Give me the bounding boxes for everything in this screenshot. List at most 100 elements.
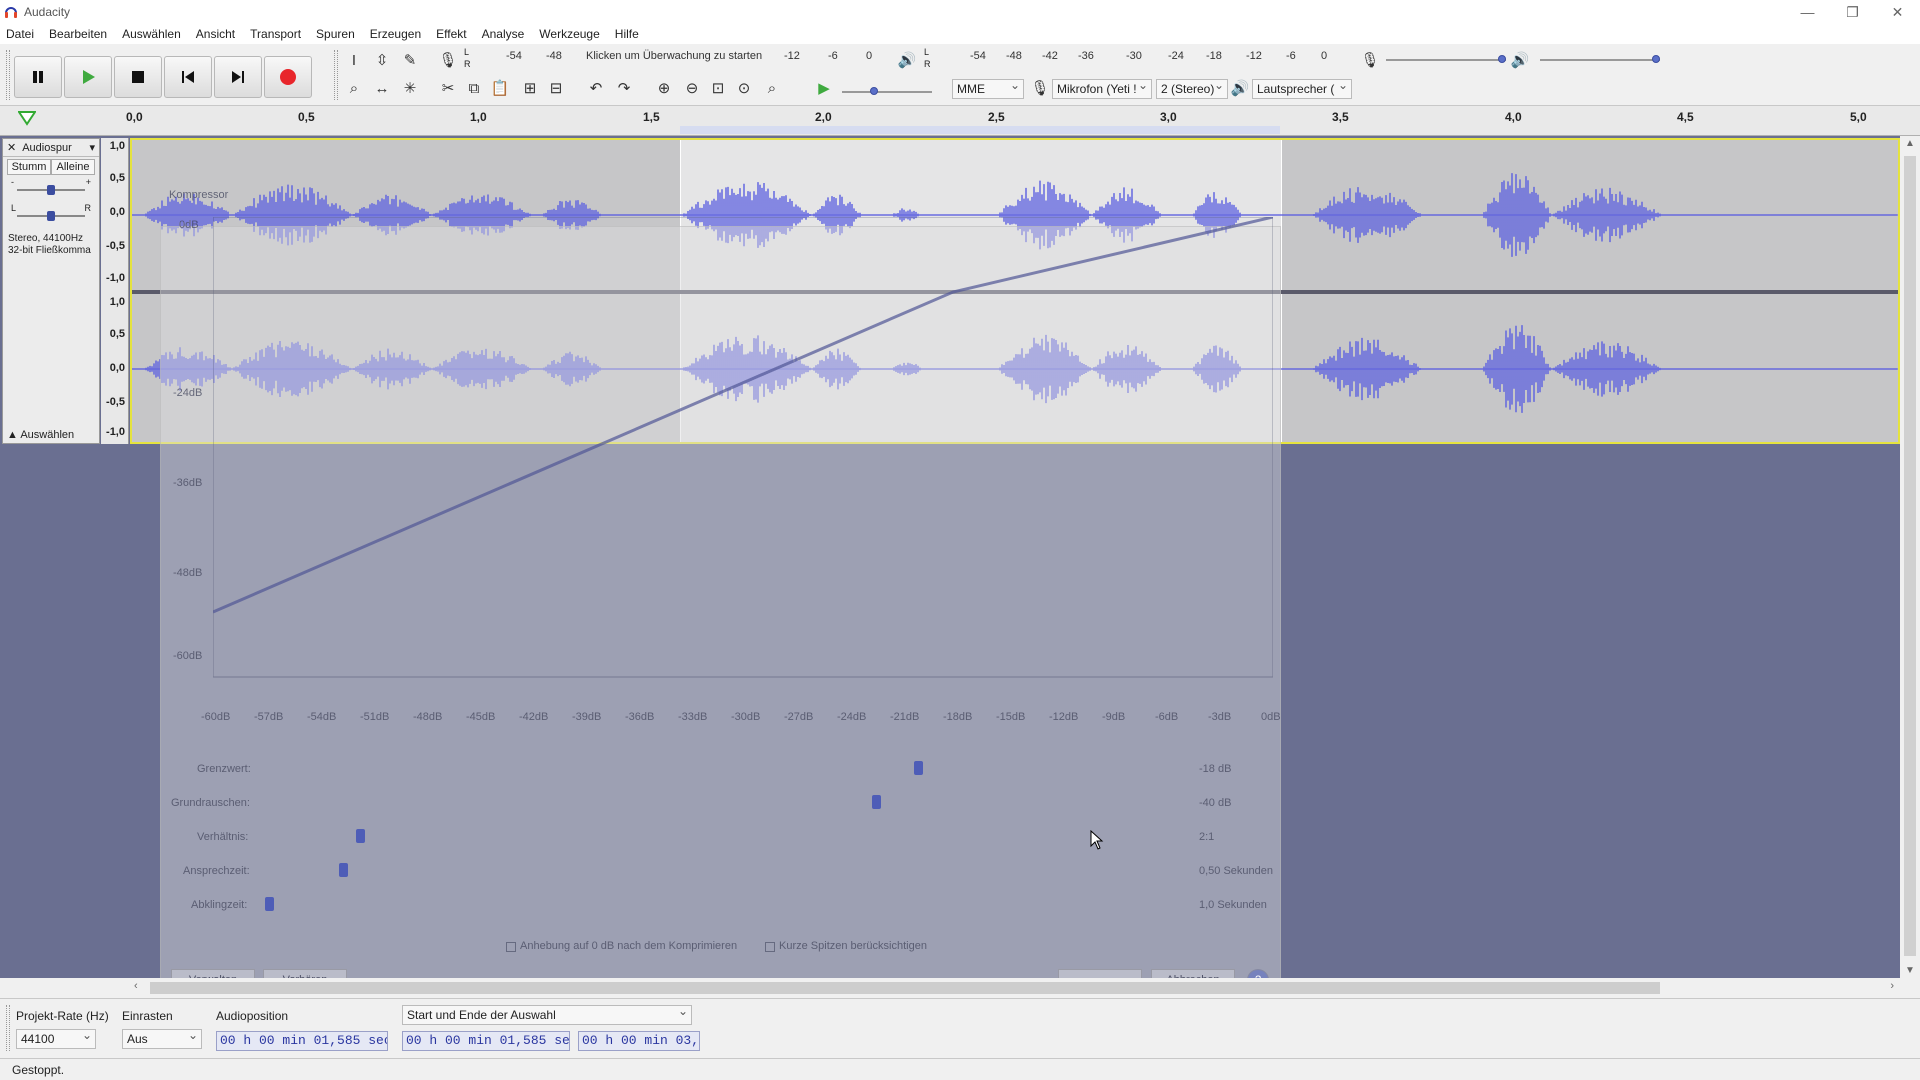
playback-volume-thumb[interactable] <box>1652 55 1660 63</box>
pan-slider[interactable]: L R <box>11 203 91 227</box>
cut-icon[interactable]: ✂ <box>436 76 460 100</box>
play-speed-thumb[interactable] <box>870 87 878 95</box>
play-icon <box>83 70 95 84</box>
undo-icon[interactable]: ↶ <box>584 76 608 100</box>
attack-label: Ansprechzeit: <box>183 865 250 877</box>
mute-button[interactable]: Stumm <box>7 159 51 175</box>
playback-volume-slider[interactable] <box>1540 59 1660 61</box>
toolbar-grip[interactable] <box>6 1005 10 1051</box>
db-axis-tick: -33dB <box>678 711 708 723</box>
track-control-panel[interactable]: ✕ Audiospur ▾ Stumm Alleine - + L R Ster… <box>2 138 100 444</box>
record-meter[interactable]: -54 -48 Klicken um Überwachung zu starte… <box>476 50 886 64</box>
selection-tool-icon[interactable]: I <box>342 48 366 72</box>
play-button[interactable] <box>64 56 112 98</box>
track-format-info: Stereo, 44100Hz <box>8 233 84 244</box>
playback-device-select[interactable]: Lautsprecher ( <box>1252 79 1352 99</box>
fit-project-icon[interactable]: ⊙ <box>732 76 756 100</box>
redo-icon[interactable]: ↷ <box>612 76 636 100</box>
mouse-cursor-icon <box>1090 830 1104 850</box>
status-bar: Gestoppt. <box>0 1058 1920 1080</box>
stop-button[interactable] <box>114 56 162 98</box>
project-rate-select[interactable]: 44100 <box>16 1029 96 1049</box>
skip-to-start-button[interactable] <box>164 56 212 98</box>
track-panel[interactable]: ✕ Audiospur ▾ Stumm Alleine - + L R Ster… <box>0 136 1900 1006</box>
play-at-speed-icon[interactable]: ▶ <box>812 76 836 100</box>
skip-start-icon <box>182 71 194 83</box>
scale-label: -0,5 <box>106 240 125 252</box>
restore-button[interactable]: ❐ <box>1830 0 1875 24</box>
menu-ansicht[interactable]: Ansicht <box>196 27 235 41</box>
fit-selection-icon[interactable]: ⊡ <box>706 76 730 100</box>
menu-analyse[interactable]: Analyse <box>482 27 525 41</box>
scale-label: -1,0 <box>106 272 125 284</box>
playback-meter-tick: -54 <box>970 50 986 62</box>
collapse-arrow-icon[interactable]: ▲ <box>7 429 18 441</box>
multi-tool-icon[interactable]: ✳ <box>398 76 422 100</box>
selection-mode-select[interactable]: Start und Ende der Auswahl <box>402 1005 692 1025</box>
horizontal-scroll-thumb[interactable] <box>150 982 1660 994</box>
scroll-down-icon[interactable]: ▼ <box>1905 965 1915 976</box>
menu-hilfe[interactable]: Hilfe <box>615 27 639 41</box>
zoom-tool-icon[interactable]: ⌕ <box>342 76 366 100</box>
audio-host-select[interactable]: MME <box>952 79 1024 99</box>
makeup-gain-checkbox <box>506 942 516 952</box>
timeline-ruler[interactable]: 0,0 0,5 1,0 1,5 2,0 2,5 3,0 3,5 4,0 4,5 … <box>0 106 1920 136</box>
close-button[interactable]: ✕ <box>1875 0 1920 24</box>
ruler-tick: 2,0 <box>815 110 832 124</box>
record-meter-hint[interactable]: Klicken um Überwachung zu starten <box>586 50 762 62</box>
toolbar-grip[interactable] <box>6 50 10 100</box>
amplitude-scale[interactable]: 1,0 0,5 0,0 -0,5 -1,0 1,0 0,5 0,0 -0,5 -… <box>101 138 129 444</box>
record-button[interactable] <box>264 56 312 98</box>
minimize-button[interactable]: — <box>1785 0 1830 24</box>
menu-datei[interactable]: Datei <box>6 27 34 41</box>
audio-position-field[interactable]: 00 h 00 min 01,585 sec <box>216 1031 388 1051</box>
recording-device-select[interactable]: Mikrofon (Yeti ! <box>1052 79 1152 99</box>
snap-select[interactable]: Aus <box>122 1029 202 1049</box>
paste-icon[interactable]: 📋 <box>488 76 512 100</box>
track-close-icon[interactable]: ✕ <box>7 141 16 154</box>
zoom-toggle-icon[interactable]: ⌕ <box>760 76 784 100</box>
draw-tool-icon[interactable]: ✎ <box>398 48 422 72</box>
track-menu-chevron-icon[interactable]: ▾ <box>89 141 95 154</box>
track-select-button[interactable]: ▲ Auswählen <box>7 429 74 441</box>
menu-transport[interactable]: Transport <box>250 27 301 41</box>
speaker-icon[interactable]: 🔊 <box>895 48 919 72</box>
horizontal-scrollbar[interactable]: ‹ › <box>130 978 1900 998</box>
menu-effekt[interactable]: Effekt <box>436 27 466 41</box>
play-speed-slider[interactable] <box>842 91 932 93</box>
scroll-up-icon[interactable]: ▲ <box>1905 138 1915 149</box>
zoom-out-icon[interactable]: ⊖ <box>680 76 704 100</box>
menu-spuren[interactable]: Spuren <box>316 27 355 41</box>
skip-to-end-button[interactable] <box>214 56 262 98</box>
scroll-left-icon[interactable]: ‹ <box>134 980 138 992</box>
scale-label: -1,0 <box>106 426 125 438</box>
pin-playhead-icon[interactable] <box>18 110 36 126</box>
menu-bearbeiten[interactable]: Bearbeiten <box>49 27 107 41</box>
silence-icon[interactable]: ⊟ <box>544 76 568 100</box>
record-volume-thumb[interactable] <box>1498 55 1506 63</box>
vertical-scrollbar[interactable]: ▲ ▼ <box>1900 136 1920 978</box>
trim-icon[interactable]: ⊞ <box>518 76 542 100</box>
recording-channels-select[interactable]: 2 (Stereo) <box>1156 79 1228 99</box>
menu-auswaehlen[interactable]: Auswählen <box>122 27 181 41</box>
track-name-menu[interactable]: Audiospur <box>22 142 72 154</box>
playback-meter[interactable]: -54 -48 -42 -36 -30 -24 -18 -12 -6 0 <box>936 50 1336 64</box>
menu-werkzeuge[interactable]: Werkzeuge <box>539 27 599 41</box>
envelope-tool-icon[interactable]: ⇳ <box>370 48 394 72</box>
record-volume-slider[interactable] <box>1386 59 1506 61</box>
toolbar-grip[interactable] <box>334 50 338 100</box>
microphone-icon[interactable]: 🎙 <box>436 48 460 72</box>
selection-start-field[interactable]: 00 h 00 min 01,585 sec <box>402 1031 570 1051</box>
audacity-logo-icon <box>5 7 17 18</box>
zoom-in-icon[interactable]: ⊕ <box>652 76 676 100</box>
solo-button[interactable]: Alleine <box>51 159 95 175</box>
gain-slider[interactable]: - + <box>11 177 91 201</box>
attack-value: 0,50 Sekunden <box>1199 865 1274 877</box>
copy-icon[interactable]: ⧉ <box>462 76 486 100</box>
vertical-scroll-thumb[interactable] <box>1904 156 1916 956</box>
pause-button[interactable] <box>14 56 62 98</box>
menu-erzeugen[interactable]: Erzeugen <box>370 27 421 41</box>
timeshift-tool-icon[interactable]: ↔ <box>370 76 394 100</box>
selection-end-field[interactable]: 00 h 00 min 03,33 <box>578 1031 700 1051</box>
scroll-right-icon[interactable]: › <box>1890 980 1894 992</box>
